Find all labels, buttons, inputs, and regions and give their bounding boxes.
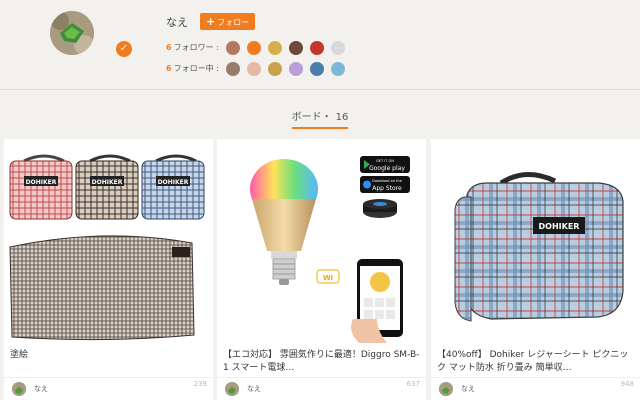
following-row[interactable]: 6 フォロー中 : [166,62,345,76]
card-footer: なえ 239 [4,377,213,400]
avatar[interactable] [268,62,282,76]
avatar[interactable] [310,41,324,55]
avatar[interactable] [331,41,345,55]
wifi-badge: Wi [323,274,333,282]
card-item-count: 948 [620,380,634,388]
avatar[interactable] [247,62,261,76]
card-item-count: 637 [406,380,420,388]
avatar[interactable] [12,382,26,396]
avatar[interactable] [310,62,324,76]
app-store-badge: App Store [372,185,402,192]
plus-icon: + [206,15,216,28]
followers-label: フォロワー : [173,43,219,52]
card-footer: なえ 637 [217,377,426,400]
avatar[interactable] [247,41,261,55]
card-title[interactable]: 塗絵 [10,349,210,362]
card-image[interactable]: DOHIKER [431,139,640,346]
card-user-name[interactable]: なえ [247,384,261,394]
apple-icon [363,180,371,189]
card-title[interactable]: 【40%off】 Dohiker レジャーシート ピクニック マット防水 折り畳… [437,349,637,375]
follow-button-label: フォロー [217,18,250,27]
avatar[interactable] [439,382,453,396]
following-count: 6 [166,64,172,73]
profile-name: なえ [166,16,188,29]
avatar[interactable] [225,382,239,396]
card1-brand-text: DOHIKER [158,179,189,186]
avatar[interactable] [226,41,240,55]
card1-brand-text: DOHIKER [26,179,57,186]
google-play-badge: Google play [369,165,405,172]
board-tab-separator: ・ [321,112,332,123]
card-item-count: 239 [193,380,207,388]
app-store-caption: Download on the [372,179,402,183]
google-play-caption: GET IT ON [376,159,394,163]
following-label: フォロー中 : [173,64,219,73]
card3-brand-text: DOHIKER [539,222,580,231]
board-card[interactable]: GET IT ON Google play Download on the Ap… [217,139,426,400]
profile-header: ✓ なえ + フォロー 6 フォロワー : 6 フォロー中 : [0,0,640,90]
board-count: 16 [335,112,349,123]
card-footer: なえ 948 [431,377,640,400]
avatar[interactable] [226,62,240,76]
profile-avatar[interactable] [50,11,94,55]
card-user-name[interactable]: なえ [461,384,475,394]
avatar[interactable] [289,62,303,76]
verified-check-icon: ✓ [116,41,132,57]
avatar[interactable] [289,41,303,55]
followers-count: 6 [166,43,172,52]
card-user-name[interactable]: なえ [34,384,48,394]
avatar[interactable] [268,41,282,55]
board-card[interactable]: DOHIKER DOHIKER DOHIKER 塗絵 なえ 239 [4,139,213,400]
board-tab-label: ボード [291,112,322,123]
board-tab[interactable]: ボード・ 16 [0,108,640,129]
card1-brand-text: DOHIKER [92,179,123,186]
card-image[interactable]: GET IT ON Google play Download on the Ap… [217,139,426,346]
board-card[interactable]: DOHIKER 【40%off】 Dohiker レジャーシート ピクニック マ… [431,139,640,400]
card-title[interactable]: 【エコ対応】 雰囲気作りに最適！Diggro SM-B-1 スマート電球… [223,349,423,375]
follow-button[interactable]: + フォロー [200,13,256,30]
card-image[interactable]: DOHIKER DOHIKER DOHIKER [4,139,213,346]
avatar[interactable] [331,62,345,76]
followers-row[interactable]: 6 フォロワー : [166,41,345,55]
